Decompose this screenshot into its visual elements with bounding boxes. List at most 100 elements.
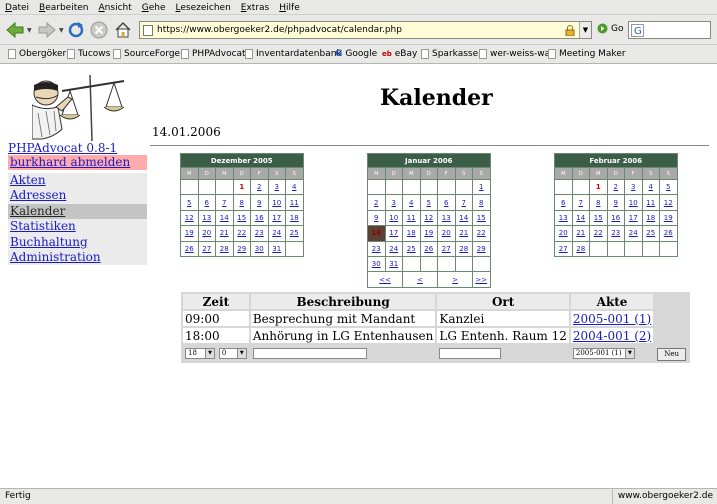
calendar-day-link[interactable]: 25 [646,229,655,237]
minute-select[interactable]: 0 ▼ [218,348,247,359]
calendar-day-link[interactable]: 3 [631,183,635,191]
calendar-day-link[interactable]: 19 [664,214,673,222]
menu-extras[interactable]: Extras [241,1,269,16]
search-field[interactable]: G [628,21,711,39]
calendar-day-link[interactable]: 14 [220,214,229,222]
calendar-day-link[interactable]: 7 [579,199,583,207]
reload-button[interactable] [66,19,86,41]
calendar-day-link[interactable]: 25 [290,229,299,237]
calendar-day-link[interactable]: 22 [477,229,486,237]
menu-ansicht[interactable]: Ansicht [99,1,132,16]
calendar-day-link[interactable]: 19 [424,229,433,237]
sidebar-item-administration[interactable]: Administration [8,249,147,266]
bookmark-google[interactable]: G Google [335,48,377,60]
calendar-day-link[interactable]: 5 [187,199,191,207]
next-year-link[interactable]: >> [475,276,487,284]
calendar-day-link[interactable]: 29 [237,245,246,253]
calendar-day-link[interactable]: 26 [424,245,433,253]
calendar-day-link[interactable]: 10 [629,199,638,207]
sidebar-item-label[interactable]: Adressen [10,188,66,202]
menu-lesezeichen[interactable]: Lesezeichen [176,1,231,16]
calendar-day-link[interactable]: 10 [389,214,398,222]
calendar-day-link[interactable]: 4 [292,183,296,191]
calendar-day-link[interactable]: 24 [272,229,281,237]
calendar-day-link[interactable]: 25 [407,245,416,253]
calendar-day-link[interactable]: 12 [424,214,433,222]
calendar-day-link[interactable]: 5 [666,183,670,191]
calendar-day-link[interactable]: 3 [275,183,279,191]
calendar-day-link[interactable]: 18 [407,229,416,237]
back-dropdown-icon[interactable]: ▼ [27,27,32,34]
menu-gehe[interactable]: Gehe [142,1,166,16]
bookmark-wer-weiss-was[interactable]: wer-weiss-was [479,48,555,60]
calendar-day-link[interactable]: 3 [392,199,396,207]
calendar-day-link[interactable]: 17 [629,214,638,222]
prev-year-link[interactable]: << [379,276,391,284]
calendar-day-link[interactable]: 9 [257,199,261,207]
calendar-day-link[interactable]: 23 [372,245,381,253]
go-button[interactable]: Go [597,23,623,34]
sidebar-item-label[interactable]: Statistiken [10,219,76,233]
sidebar-item-label[interactable]: Buchhaltung [10,235,88,249]
calendar-day-link[interactable]: 15 [594,214,603,222]
calendar-day-link[interactable]: 17 [272,214,281,222]
sidebar-item-akten[interactable]: Akten [8,173,147,189]
file-link[interactable]: 2004-001 (2) [573,329,651,343]
calendar-day-link[interactable]: 4 [409,199,413,207]
calendar-day-link[interactable]: 28 [459,245,468,253]
menu-bearbeiten[interactable]: Bearbeiten [39,1,88,16]
calendar-day-link[interactable]: 15 [237,214,246,222]
calendar-day-link[interactable]: 9 [614,199,618,207]
calendar-day-link[interactable]: 31 [389,260,398,268]
file-link[interactable]: 2005-001 (1) [573,312,651,326]
sidebar-item-label[interactable]: Akten [10,173,46,187]
app-version-link[interactable]: PHPAdvocat 0.8-1 [8,141,117,155]
sidebar-item-adressen[interactable]: Adressen [8,188,147,204]
calendar-day-link[interactable]: 8 [596,199,600,207]
calendar-day-link[interactable]: 8 [479,199,483,207]
calendar-day-link[interactable]: 28 [576,245,585,253]
forward-button[interactable] [36,19,58,41]
calendar-day-link[interactable]: 23 [255,229,264,237]
calendar-day-link[interactable]: 4 [649,183,653,191]
calendar-day-today[interactable]: 1 [233,180,250,195]
stop-button[interactable] [89,19,109,41]
description-input[interactable] [252,348,367,359]
calendar-day-link[interactable]: 27 [442,245,451,253]
calendar-day-link[interactable]: 30 [255,245,264,253]
calendar-day-link[interactable]: 2 [374,199,378,207]
calendar-day-link[interactable]: 13 [559,214,568,222]
calendar-day-link[interactable]: 20 [442,229,451,237]
calendar-day-link[interactable]: 28 [220,245,229,253]
prev-month-link[interactable]: < [417,276,423,284]
calendar-day-link[interactable]: 16 [611,214,620,222]
calendar-day-link[interactable]: 30 [372,260,381,268]
calendar-day-link[interactable]: 1 [479,183,483,191]
calendar-day-link[interactable]: 6 [444,199,448,207]
calendar-day-link[interactable]: 13 [442,214,451,222]
calendar-day-link[interactable]: 2 [614,183,618,191]
sidebar-item-statistiken[interactable]: Statistiken [8,219,147,235]
calendar-day-link[interactable]: 21 [576,229,585,237]
next-month-link[interactable]: > [452,276,458,284]
calendar-day-link[interactable]: 18 [646,214,655,222]
bookmark-sourceforge[interactable]: SourceForge [113,48,180,60]
back-button[interactable] [4,19,26,41]
logout-link[interactable]: burkhard abmelden [10,155,130,170]
menu-datei[interactable]: Datei [5,1,29,16]
calendar-day-link[interactable]: 27 [202,245,211,253]
calendar-day-link[interactable]: 5 [427,199,431,207]
forward-dropdown-icon[interactable]: ▼ [59,27,64,34]
home-button[interactable] [113,19,133,41]
sidebar-item-buchhaltung[interactable]: Buchhaltung [8,234,147,250]
calendar-day-link[interactable]: 21 [459,229,468,237]
calendar-day-today[interactable]: 1 [590,180,607,195]
calendar-day-link[interactable]: 24 [389,245,398,253]
google-search-icon[interactable]: G [631,24,644,37]
calendar-day-link[interactable]: 20 [559,229,568,237]
calendar-day-link[interactable]: 27 [559,245,568,253]
calendar-day-link[interactable]: 19 [185,229,194,237]
calendar-day-link[interactable]: 14 [576,214,585,222]
calendar-day-link[interactable]: 7 [222,199,226,207]
lock-icon[interactable] [565,25,575,36]
